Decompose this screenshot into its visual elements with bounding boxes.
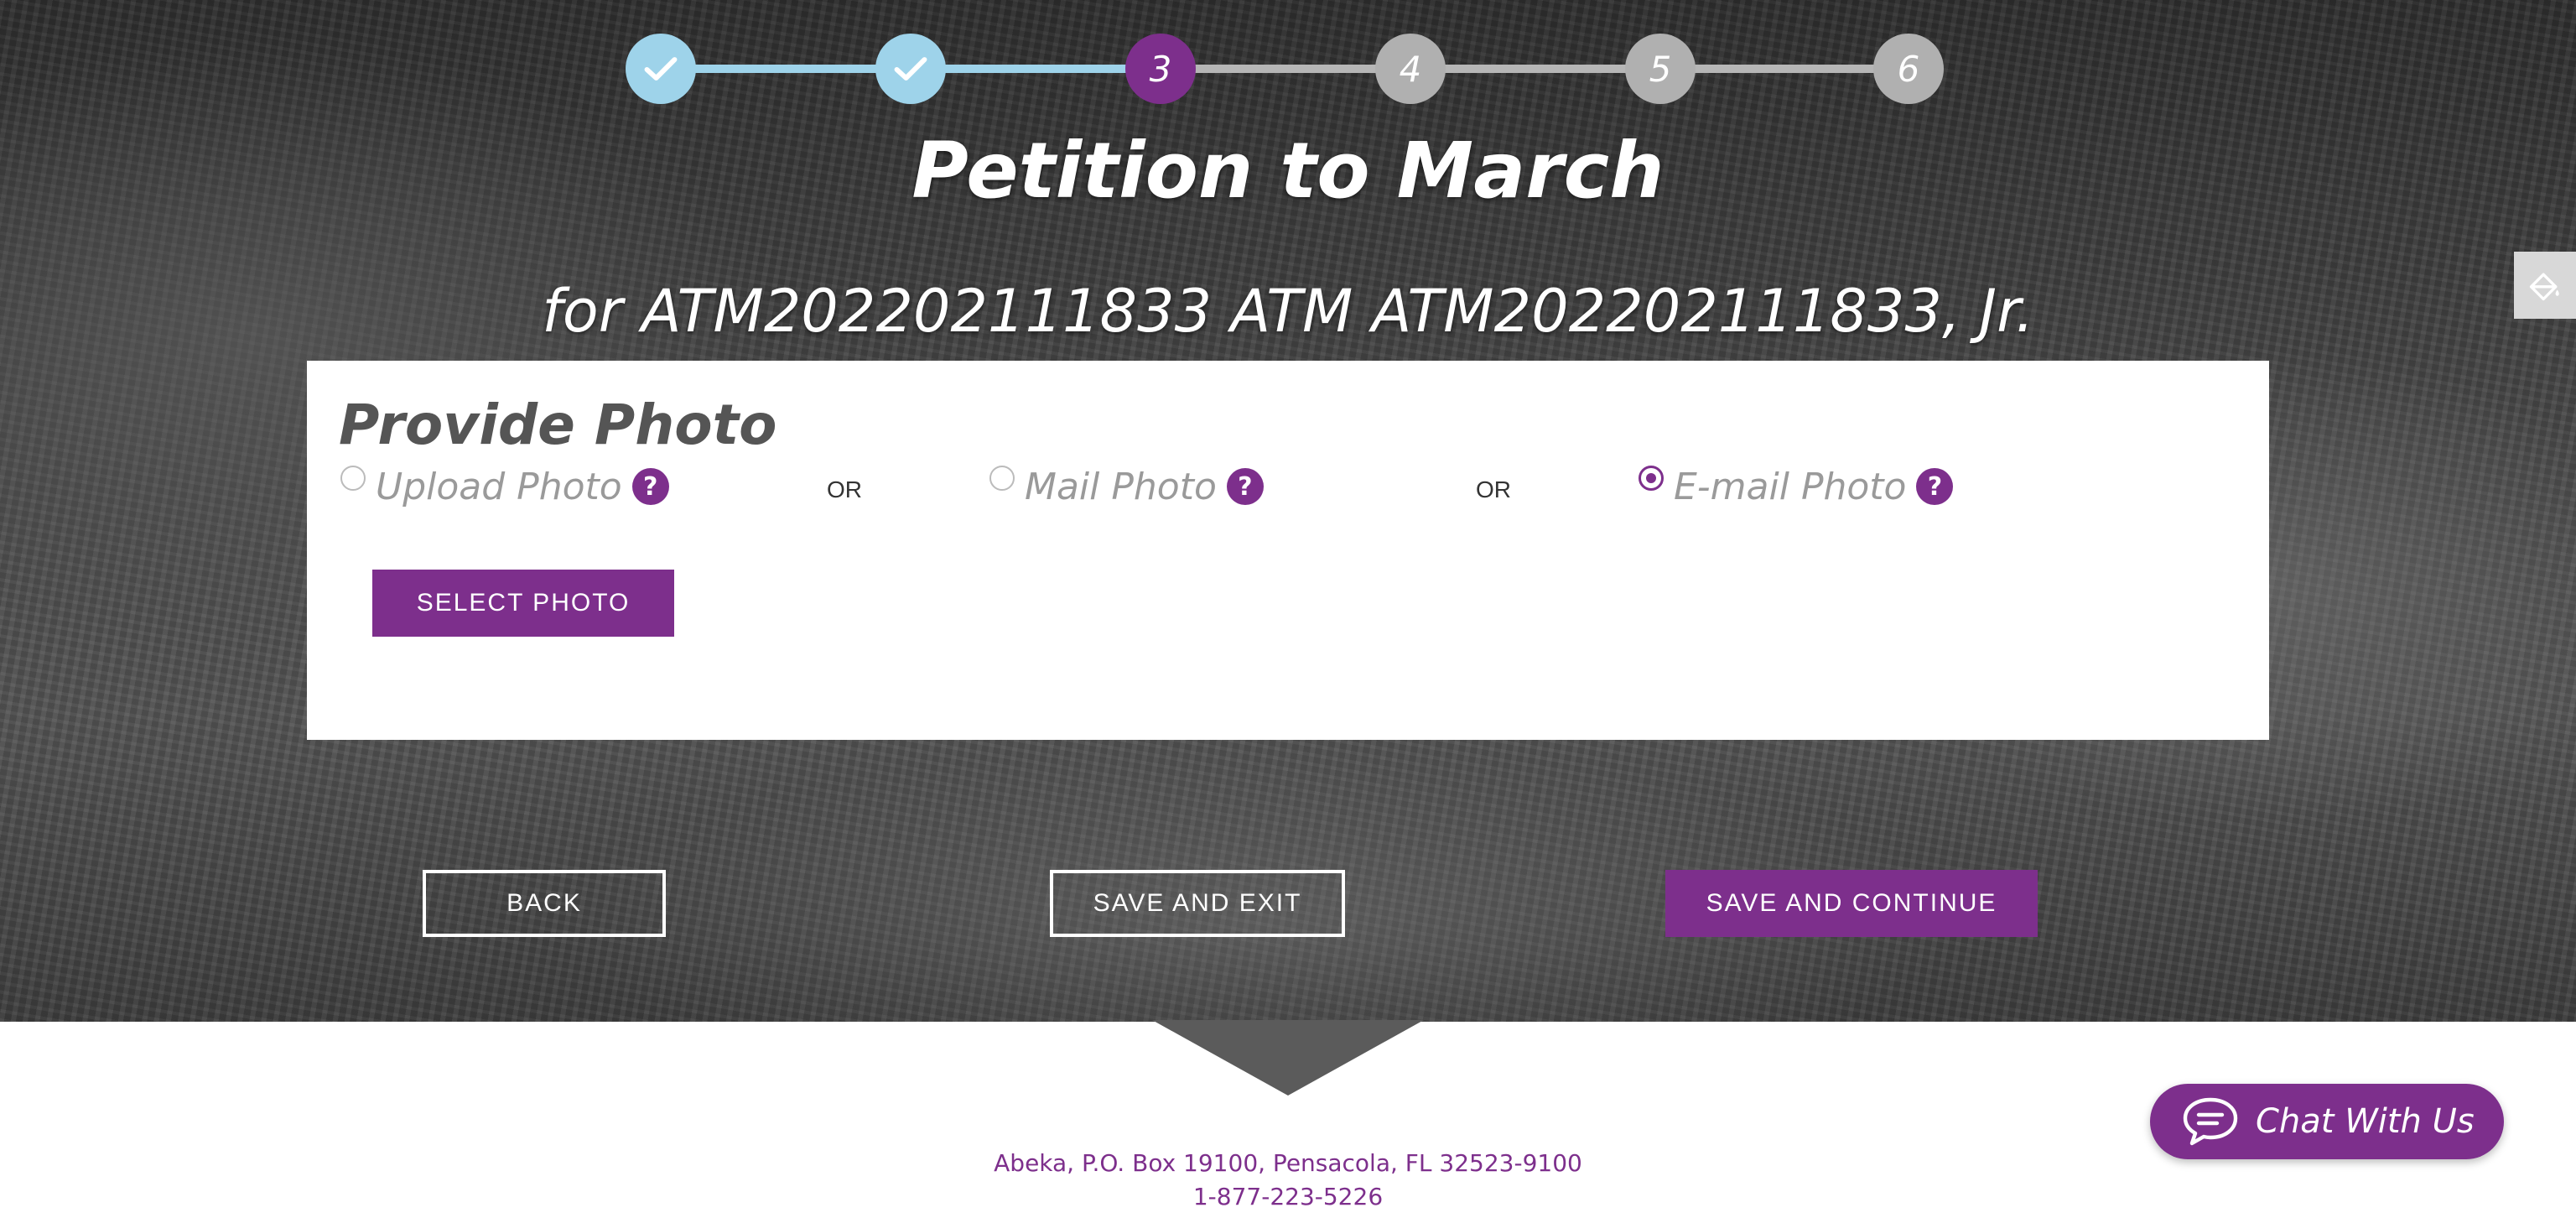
save-and-continue-button[interactable]: SAVE AND CONTINUE (1665, 870, 2038, 937)
page-subtitle: for ATM202202111833 ATM ATM202202111833,… (542, 277, 2034, 346)
mail-photo-radio[interactable] (989, 466, 1015, 491)
checkmark-icon (894, 57, 927, 81)
progress-stepper: 3 4 5 6 (626, 34, 1944, 104)
step-2 (875, 34, 946, 104)
page-title: Petition to March (911, 126, 1665, 216)
upload-photo-option[interactable]: Upload Photo ? (340, 461, 669, 512)
upload-photo-label[interactable]: Upload Photo (376, 466, 622, 508)
back-button[interactable]: BACK (423, 870, 666, 937)
checkmark-icon (644, 57, 678, 81)
save-and-exit-button[interactable]: SAVE AND EXIT (1050, 870, 1345, 937)
chat-with-us-button[interactable]: Chat With Us (2150, 1084, 2504, 1159)
email-photo-option[interactable]: E-mail Photo ? (1639, 461, 1954, 512)
email-photo-label[interactable]: E-mail Photo (1674, 466, 1906, 508)
select-photo-button[interactable]: SELECT PHOTO (372, 570, 674, 637)
step-6: 6 (1873, 34, 1944, 104)
provide-photo-card: Provide Photo Upload Photo ? OR Mail Pho… (307, 361, 2269, 740)
mail-photo-label[interactable]: Mail Photo (1025, 466, 1217, 508)
or-separator: OR (1476, 476, 1511, 502)
step-4: 4 (1375, 34, 1446, 104)
step-3: 3 (1125, 34, 1196, 104)
card-title: Provide Photo (339, 393, 777, 457)
mail-photo-option[interactable]: Mail Photo ? (989, 461, 1264, 512)
question-icon[interactable]: ? (1226, 468, 1264, 505)
chat-label[interactable]: Chat With Us (2256, 1102, 2475, 1141)
step-5: 5 (1625, 34, 1696, 104)
question-icon[interactable]: ? (631, 468, 669, 505)
speech-bubble-icon (2183, 1097, 2238, 1146)
upload-photo-radio[interactable] (340, 466, 366, 491)
step-1 (626, 34, 696, 104)
stepper-line-remaining (1164, 65, 1909, 73)
paint-bucket-icon (2529, 273, 2559, 301)
email-photo-radio[interactable] (1639, 466, 1664, 491)
side-tab[interactable] (2514, 252, 2576, 319)
footer-notch (1152, 1020, 1424, 1096)
or-separator: OR (827, 476, 862, 502)
question-icon[interactable]: ? (1916, 468, 1954, 505)
footer-phone[interactable]: 1-877-223-5226 (0, 1183, 2576, 1210)
